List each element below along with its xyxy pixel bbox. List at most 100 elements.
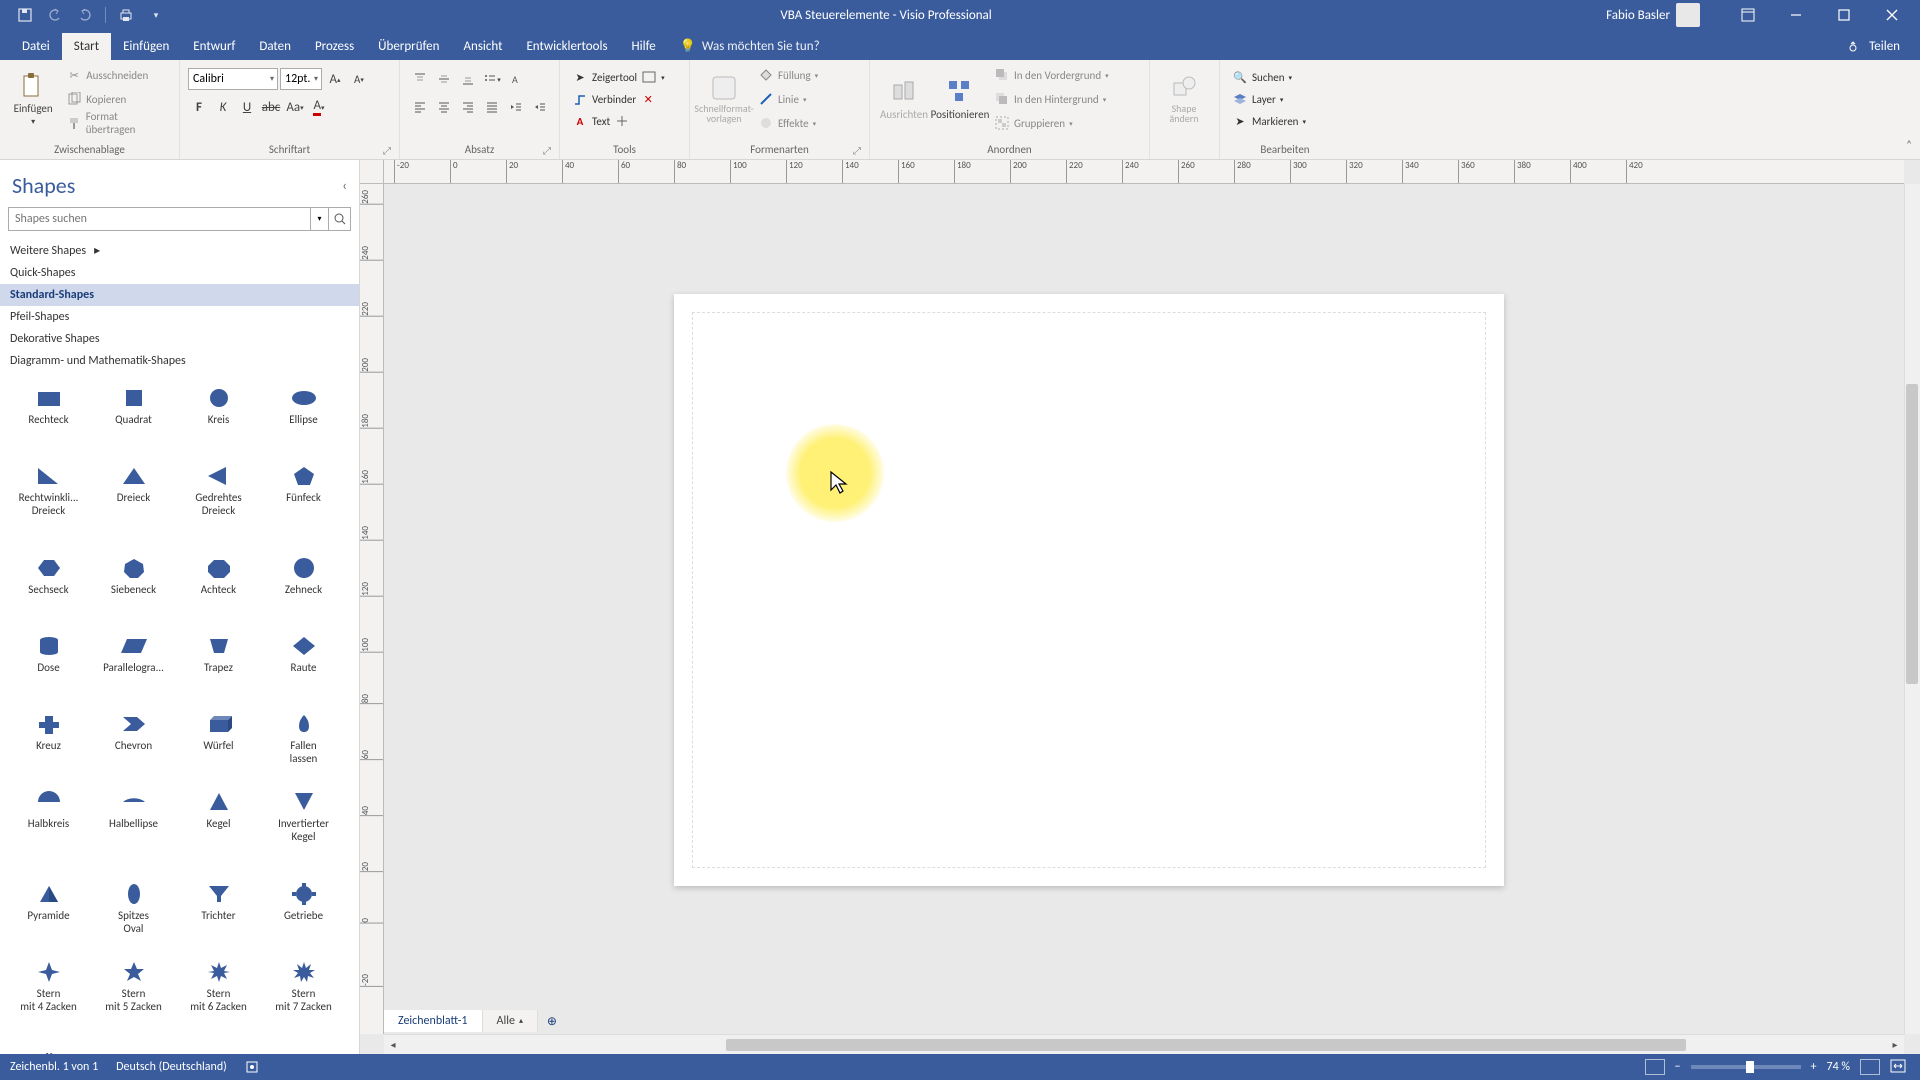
shape-stern-mit-6-zacken[interactable]: Sternmit 6 Zacken <box>176 954 261 1046</box>
bullets-button[interactable]: ▾ <box>480 68 504 90</box>
page-indicator[interactable]: Zeichenbl. 1 von 1 <box>10 1060 98 1074</box>
connector-tool-button[interactable]: Verbinder ✕ <box>568 88 660 110</box>
drawing-canvas[interactable] <box>384 184 1904 1034</box>
shape-dreieck[interactable]: Dreieck <box>91 458 176 550</box>
shape-invertierter-kegel[interactable]: InvertierterKegel <box>261 784 346 876</box>
horizontal-scrollbar[interactable]: ◂ ▸ <box>384 1034 1904 1054</box>
font-color-button[interactable]: A▾ <box>308 96 330 118</box>
tab-ueberpruefen[interactable]: Überprüfen <box>366 33 451 60</box>
shape-abgerundetes[interactable]: Abgerundetes <box>261 1046 346 1054</box>
pointer-tool-button[interactable]: ➤Zeigertool ▾ <box>568 66 669 88</box>
shape-raute[interactable]: Raute <box>261 628 346 706</box>
fill-button[interactable]: Füllung▾ <box>754 64 822 86</box>
shape-dose[interactable]: Dose <box>6 628 91 706</box>
tab-hilfe[interactable]: Hilfe <box>620 33 668 60</box>
align-top-button[interactable] <box>408 68 432 90</box>
align-bottom-button[interactable] <box>456 68 480 90</box>
text-direction-button[interactable]: A <box>504 68 528 90</box>
sheet-tab-1[interactable]: Zeichenblatt-1 <box>384 1010 483 1032</box>
shape-styles-launcher-icon[interactable]: ⤢ <box>853 144 861 157</box>
category-dekorative-shapes[interactable]: Dekorative Shapes <box>0 328 359 350</box>
category-standard-shapes[interactable]: Standard-Shapes <box>0 284 359 306</box>
collapse-panel-icon[interactable]: ‹ <box>342 177 347 194</box>
shape-f-nfeck[interactable]: Fünfeck <box>261 458 346 550</box>
font-name-combo[interactable]: Calibri▾ <box>188 68 278 90</box>
tab-einfuegen[interactable]: Einfügen <box>111 33 181 60</box>
font-launcher-icon[interactable]: ⤢ <box>383 144 391 157</box>
shape-fallen-lassen[interactable]: Fallenlassen <box>261 706 346 784</box>
find-button[interactable]: 🔍Suchen▾ <box>1228 66 1296 88</box>
paste-button[interactable]: Einfügen ▾ <box>8 64 58 134</box>
shape-kreis[interactable]: Kreis <box>176 380 261 458</box>
shape-sechseck[interactable]: Sechseck <box>6 550 91 628</box>
shape-getriebe[interactable]: Getriebe <box>261 876 346 954</box>
macro-record-icon[interactable] <box>245 1060 259 1074</box>
align-left-button[interactable] <box>408 96 432 118</box>
shape-halbellipse[interactable]: Halbellipse <box>91 784 176 876</box>
shape-achteck[interactable]: Achteck <box>176 550 261 628</box>
bring-front-button[interactable]: In den Vordergrund▾ <box>990 64 1113 86</box>
copy-button[interactable]: Kopieren <box>62 88 171 110</box>
redo-icon[interactable] <box>75 5 95 25</box>
print-icon[interactable] <box>116 5 136 25</box>
format-painter-button[interactable]: Format übertragen <box>62 112 171 134</box>
shape-zehneck[interactable]: Zehneck <box>261 550 346 628</box>
category-pfeil-shapes[interactable]: Pfeil-Shapes <box>0 306 359 328</box>
shape-stern-mit-24[interactable]: Sternmit 24 <box>91 1046 176 1054</box>
shape-rechtwinkli-dreieck[interactable]: Rechtwinkli...Dreieck <box>6 458 91 550</box>
vertical-scrollbar[interactable] <box>1904 184 1920 1034</box>
drawing-page[interactable] <box>674 294 1504 886</box>
zoom-level[interactable]: 74 % <box>1827 1060 1850 1074</box>
align-button[interactable]: Ausrichten <box>878 64 930 134</box>
shape-trapez[interactable]: Trapez <box>176 628 261 706</box>
connection-point-icon[interactable] <box>614 113 630 129</box>
shape-w-rfel[interactable]: Würfel <box>176 706 261 784</box>
shape-gedrehtes-dreieck[interactable]: GedrehtesDreieck <box>176 458 261 550</box>
justify-button[interactable] <box>480 96 504 118</box>
shape-parallelogra-[interactable]: Parallelogra... <box>91 628 176 706</box>
change-shape-button[interactable]: Shape ändern <box>1158 64 1210 134</box>
shape-kegel[interactable]: Kegel <box>176 784 261 876</box>
shapes-search-input[interactable] <box>8 207 311 231</box>
quick-styles-button[interactable]: Schnellformat-vorlagen <box>698 64 750 134</box>
position-button[interactable]: Positionieren <box>934 64 986 134</box>
search-options-dropdown[interactable]: ▾ <box>311 207 329 231</box>
shape-stern-mit-4-zacken[interactable]: Sternmit 4 Zacken <box>6 954 91 1046</box>
effects-button[interactable]: Effekte▾ <box>754 112 822 134</box>
text-tool-button[interactable]: AText <box>568 110 634 132</box>
tab-entwicklertools[interactable]: Entwicklertools <box>514 33 619 60</box>
minimize-button[interactable] <box>1776 0 1816 30</box>
italic-button[interactable]: K <box>212 96 234 118</box>
layer-button[interactable]: Layer▾ <box>1228 88 1287 110</box>
shape-pyramide[interactable]: Pyramide <box>6 876 91 954</box>
change-case-button[interactable]: Aa▾ <box>284 96 306 118</box>
collapse-ribbon-icon[interactable]: ˄ <box>1906 138 1912 151</box>
category-quick-shapes[interactable]: Quick-Shapes <box>0 262 359 284</box>
tab-ansicht[interactable]: Ansicht <box>451 33 514 60</box>
cut-button[interactable]: ✂Ausschneiden <box>62 64 171 86</box>
close-button[interactable] <box>1872 0 1912 30</box>
delete-connector-icon[interactable]: ✕ <box>640 91 656 107</box>
tab-entwurf[interactable]: Entwurf <box>181 33 247 60</box>
grow-font-button[interactable]: A▴ <box>324 68 346 90</box>
shrink-font-button[interactable]: A▾ <box>348 68 370 90</box>
shape-spitzes-oval[interactable]: SpitzesOval <box>91 876 176 954</box>
strikethrough-button[interactable]: abc <box>260 96 282 118</box>
shape-quadrat[interactable]: Quadrat <box>91 380 176 458</box>
tab-daten[interactable]: Daten <box>247 33 303 60</box>
undo-icon[interactable] <box>45 5 65 25</box>
shape-siebeneck[interactable]: Siebeneck <box>91 550 176 628</box>
shape-kreuz[interactable]: Kreuz <box>6 706 91 784</box>
search-go-button[interactable] <box>329 207 351 231</box>
zoom-slider[interactable] <box>1691 1065 1801 1069</box>
maximize-button[interactable] <box>1824 0 1864 30</box>
shape-stern-mit-7-zacken[interactable]: Sternmit 7 Zacken <box>261 954 346 1046</box>
tab-start[interactable]: Start <box>62 33 111 60</box>
decrease-indent-button[interactable] <box>504 96 528 118</box>
paragraph-launcher-icon[interactable]: ⤢ <box>543 144 551 157</box>
qat-customize-icon[interactable]: ▾ <box>146 5 166 25</box>
ribbon-display-options-icon[interactable] <box>1728 0 1768 30</box>
rectangle-tool-icon[interactable] <box>641 69 657 85</box>
more-shapes-item[interactable]: Weitere Shapes▸ <box>0 239 359 262</box>
align-middle-button[interactable] <box>432 68 456 90</box>
